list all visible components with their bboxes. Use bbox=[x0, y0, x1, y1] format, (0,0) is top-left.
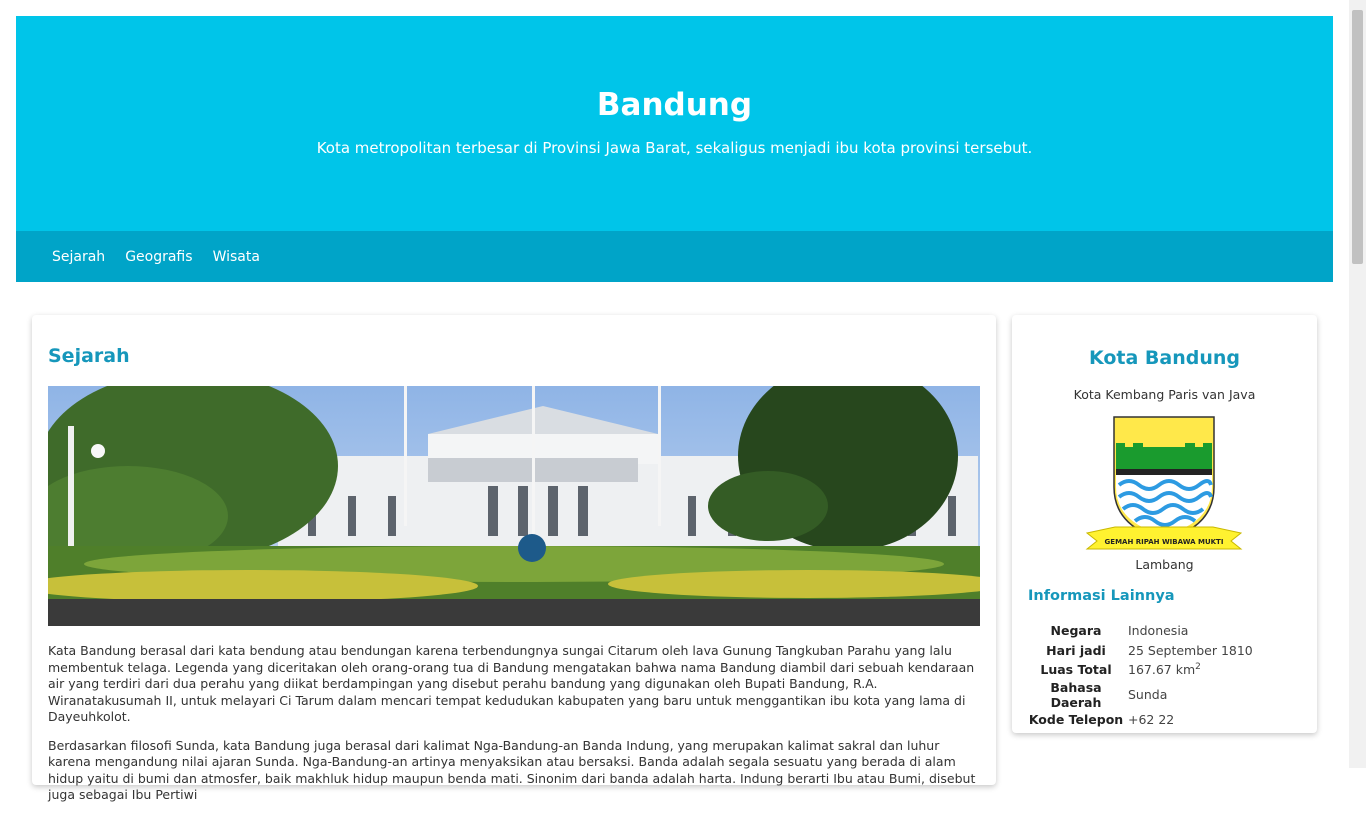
page-title: Bandung bbox=[596, 87, 753, 123]
info-row: Luas Total 167.67 km2 bbox=[1028, 660, 1253, 680]
info-row: Kode Telepon +62 22 bbox=[1028, 710, 1253, 730]
info-key: Bahasa Daerah bbox=[1050, 679, 1102, 710]
main-nav: Sejarah Geografis Wisata bbox=[16, 231, 1333, 282]
paragraph: Berdasarkan filosofi Sunda, kata Bandung… bbox=[48, 737, 976, 803]
city-emblem: GEMAH RIPAH WIBAWA MUKTI bbox=[1085, 415, 1243, 555]
info-key: Hari jadi bbox=[1046, 642, 1106, 658]
hero-header: Bandung Kota metropolitan terbesar di Pr… bbox=[16, 16, 1333, 231]
info-row: Bahasa Daerah Sunda bbox=[1028, 680, 1253, 710]
info-value: +62 22 bbox=[1128, 711, 1175, 727]
paragraph: Kata Bandung berasal dari kata bendung a… bbox=[48, 643, 975, 724]
emblem-ribbon-text: GEMAH RIPAH WIBAWA MUKTI bbox=[1105, 538, 1224, 546]
info-table: Negara Indonesia Hari jadi 25 September … bbox=[1028, 621, 1253, 729]
area-unit-exponent: 2 bbox=[1195, 662, 1201, 673]
info-value-area: 167.67 km2 bbox=[1128, 660, 1253, 680]
card-title: Kota Bandung bbox=[1088, 347, 1241, 369]
nav-link-wisata[interactable]: Wisata bbox=[213, 247, 260, 267]
nav-link-sejarah[interactable]: Sejarah bbox=[52, 247, 105, 267]
page-subtitle: Kota metropolitan terbesar di Provinsi J… bbox=[316, 139, 1033, 157]
city-info-card: Kota Bandung Kota Kembang Paris van Java… bbox=[1012, 315, 1317, 733]
info-key: Negara bbox=[1050, 623, 1102, 639]
info-value: 25 September 1810 bbox=[1128, 642, 1253, 658]
info-value: Indonesia bbox=[1128, 623, 1189, 639]
sejarah-text: Kata Bandung berasal dari kata bendung a… bbox=[48, 643, 980, 816]
emblem-caption: Lambang bbox=[1135, 557, 1194, 572]
section-heading: Sejarah bbox=[48, 345, 130, 367]
vertical-scrollbar[interactable] bbox=[1349, 0, 1366, 768]
info-key: Luas Total bbox=[1040, 662, 1112, 678]
info-heading: Informasi Lainnya bbox=[1028, 588, 1175, 604]
gedung-sate-photo bbox=[48, 386, 980, 626]
info-key: Kode Telepon bbox=[1028, 711, 1124, 727]
area-value: 167.67 km bbox=[1128, 662, 1196, 678]
info-row: Negara Indonesia bbox=[1028, 621, 1253, 641]
info-value: Sunda bbox=[1128, 687, 1168, 702]
nav-link-geografis[interactable]: Geografis bbox=[125, 247, 192, 267]
city-motto: Kota Kembang Paris van Java bbox=[1073, 387, 1256, 402]
sejarah-card: Sejarah Kata Bandung berasal dari kata b… bbox=[32, 315, 996, 802]
scrollbar-thumb[interactable] bbox=[1352, 10, 1363, 264]
info-row: Hari jadi 25 September 1810 bbox=[1028, 641, 1253, 661]
